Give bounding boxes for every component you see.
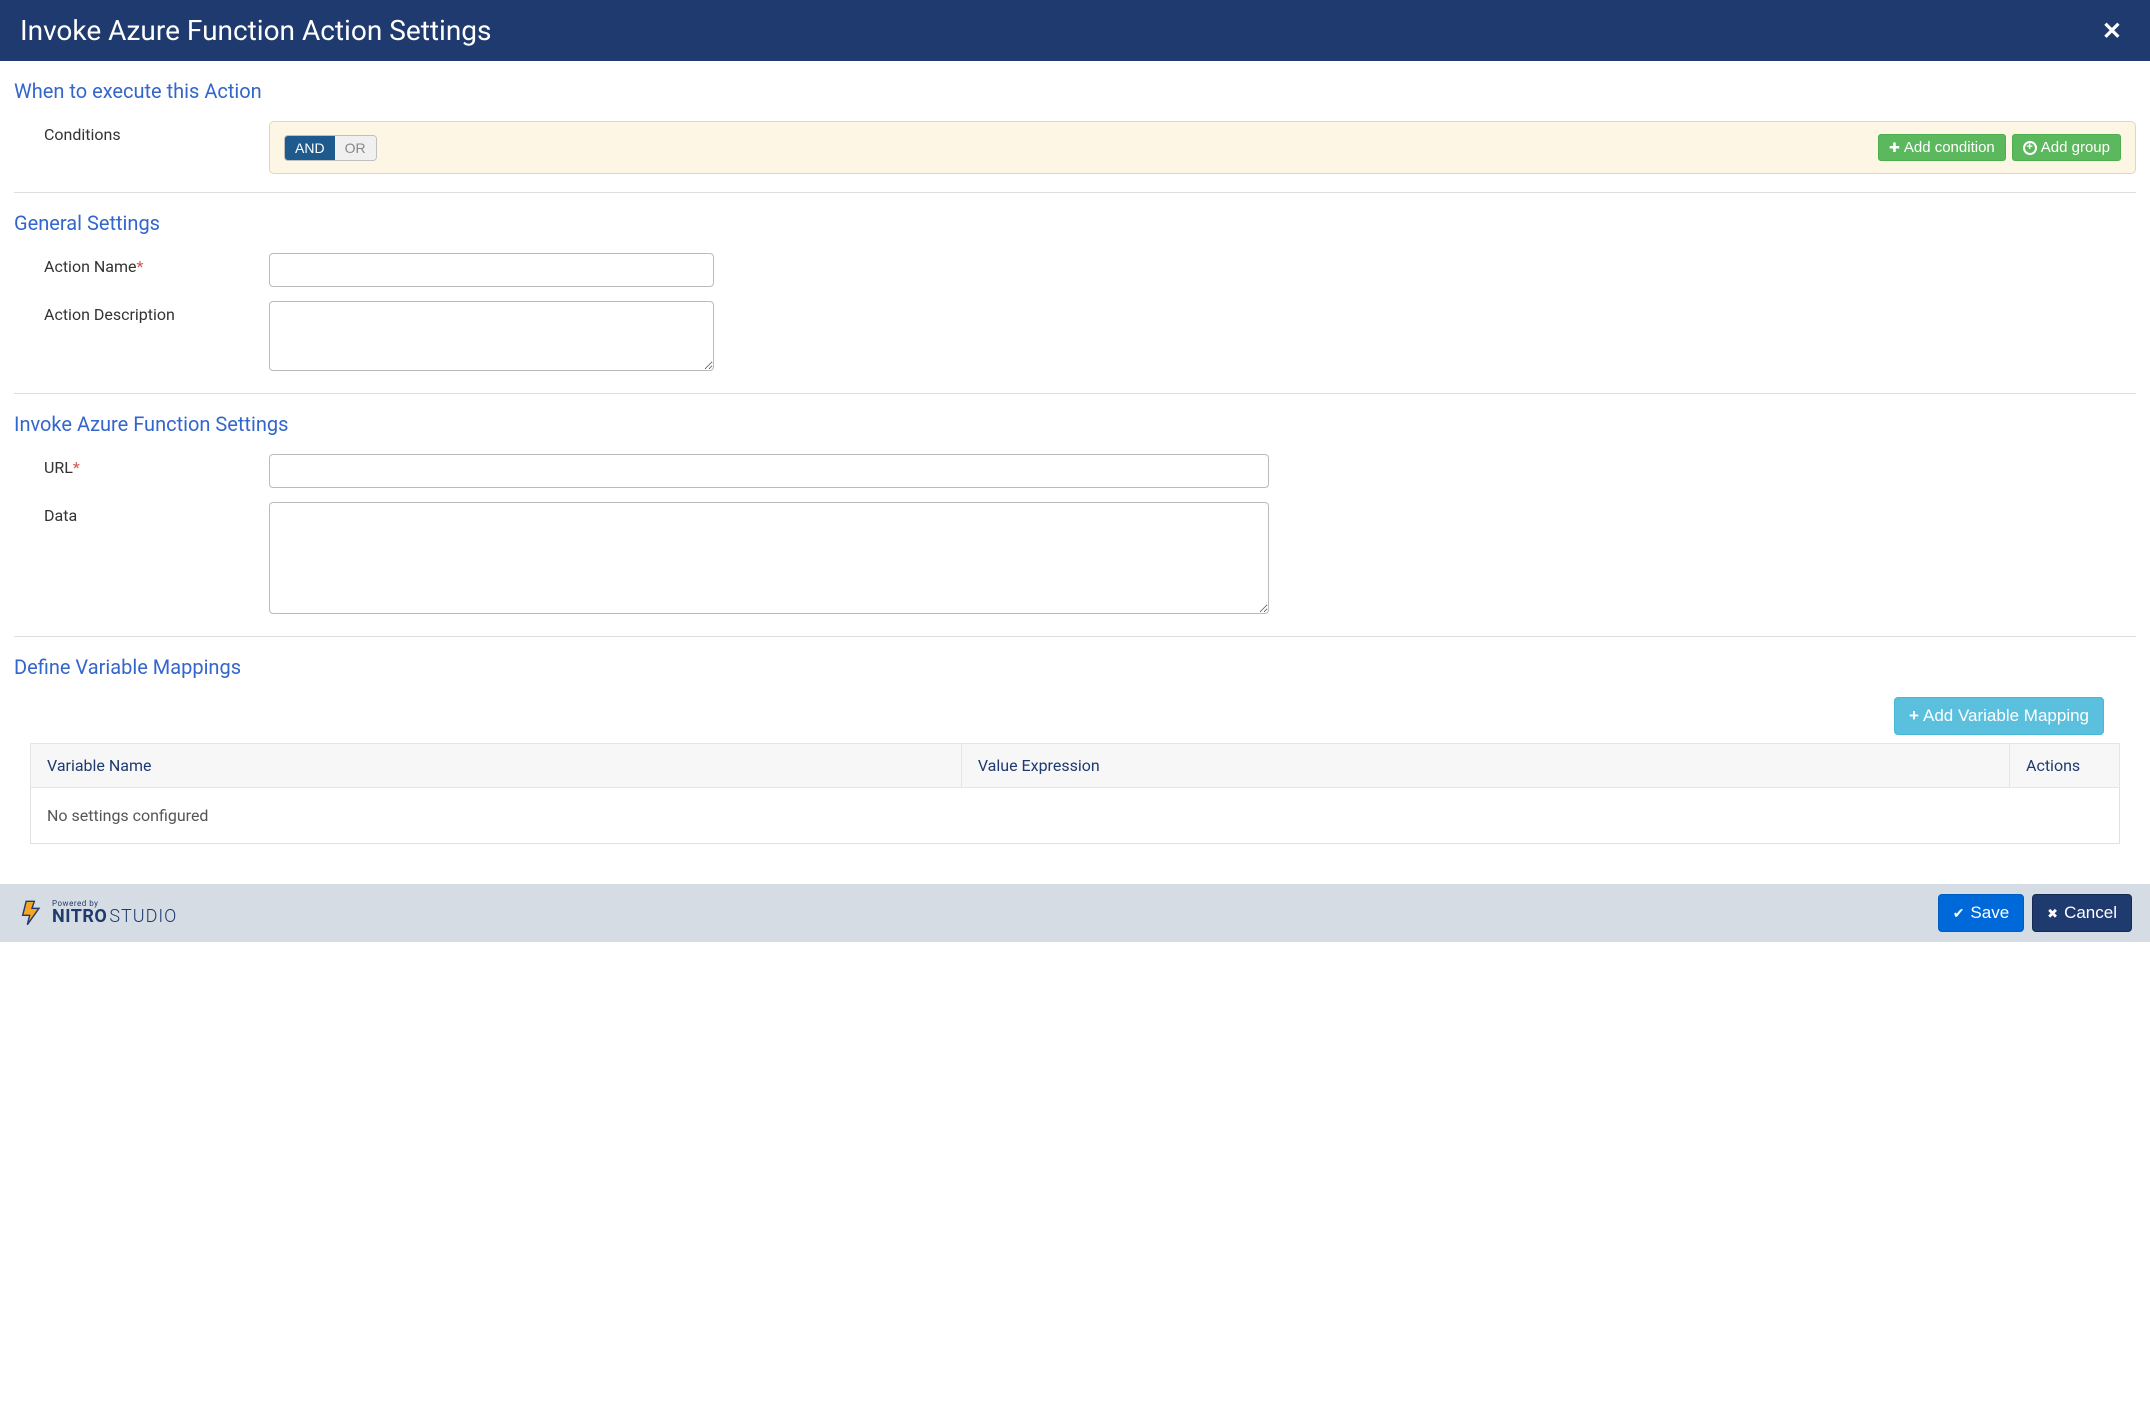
brand-nitro: NITRO: [52, 906, 107, 927]
add-variable-mapping-button[interactable]: Add Variable Mapping: [1894, 697, 2104, 735]
toggle-or[interactable]: OR: [335, 136, 376, 160]
plus-icon: [1909, 706, 1919, 726]
modal-footer: Powered by NITROSTUDIO Save Cancel: [0, 884, 2150, 942]
plus-icon: [1889, 139, 1900, 156]
section-when-title: When to execute this Action: [14, 79, 2136, 103]
data-row: Data: [14, 502, 2136, 618]
add-mapping-label: Add Variable Mapping: [1923, 706, 2089, 726]
required-asterisk: *: [137, 257, 144, 276]
condition-buttons: Add condition Add group: [1878, 134, 2121, 161]
url-row: URL*: [14, 454, 2136, 488]
mappings-table: Variable Name Value Expression Actions N…: [30, 743, 2120, 844]
conditions-row: Conditions AND OR Add condition Add grou…: [14, 121, 2136, 174]
x-icon: [2047, 903, 2058, 923]
close-icon[interactable]: ✕: [2094, 17, 2130, 45]
plus-circle-icon: [2023, 141, 2037, 155]
nitro-logo-icon: [18, 899, 46, 927]
section-mappings-title: Define Variable Mappings: [14, 655, 2136, 679]
and-or-toggle: AND OR: [284, 135, 377, 161]
conditions-label: Conditions: [14, 121, 269, 144]
modal-body: When to execute this Action Conditions A…: [0, 61, 2150, 844]
divider: [14, 636, 2136, 637]
action-name-label: Action Name*: [14, 253, 269, 276]
col-variable-name: Variable Name: [31, 744, 962, 788]
data-label: Data: [14, 502, 269, 525]
col-actions: Actions: [2010, 744, 2120, 788]
required-asterisk: *: [73, 458, 80, 477]
check-icon: [1953, 903, 1965, 923]
save-label: Save: [1970, 903, 2009, 923]
section-general-title: General Settings: [14, 211, 2136, 235]
section-invoke-title: Invoke Azure Function Settings: [14, 412, 2136, 436]
add-group-label: Add group: [2041, 139, 2110, 156]
col-value-expression: Value Expression: [961, 744, 2009, 788]
divider: [14, 192, 2136, 193]
add-condition-label: Add condition: [1904, 139, 1995, 156]
url-label: URL*: [14, 454, 269, 477]
action-description-label: Action Description: [14, 301, 269, 324]
toggle-and[interactable]: AND: [284, 135, 336, 161]
url-input[interactable]: [269, 454, 1269, 488]
action-name-row: Action Name*: [14, 253, 2136, 287]
cancel-label: Cancel: [2064, 903, 2117, 923]
brand-text: Powered by NITROSTUDIO: [52, 900, 177, 926]
conditions-builder: AND OR Add condition Add group: [269, 121, 2136, 174]
add-group-button[interactable]: Add group: [2012, 134, 2121, 161]
action-name-input[interactable]: [269, 253, 714, 287]
cancel-button[interactable]: Cancel: [2032, 894, 2132, 932]
brand-studio: STUDIO: [109, 906, 177, 927]
modal-header: Invoke Azure Function Action Settings ✕: [0, 0, 2150, 61]
table-header-row: Variable Name Value Expression Actions: [31, 744, 2120, 788]
add-mapping-wrap: Add Variable Mapping: [14, 697, 2136, 735]
table-row: No settings configured: [31, 788, 2120, 844]
action-description-input[interactable]: [269, 301, 714, 371]
empty-message: No settings configured: [31, 788, 2120, 844]
data-input[interactable]: [269, 502, 1269, 614]
modal-title: Invoke Azure Function Action Settings: [20, 14, 491, 47]
divider: [14, 393, 2136, 394]
footer-buttons: Save Cancel: [1938, 894, 2132, 932]
save-button[interactable]: Save: [1938, 894, 2024, 932]
brand-logo: Powered by NITROSTUDIO: [18, 899, 177, 927]
action-description-row: Action Description: [14, 301, 2136, 375]
add-condition-button[interactable]: Add condition: [1878, 134, 2006, 161]
